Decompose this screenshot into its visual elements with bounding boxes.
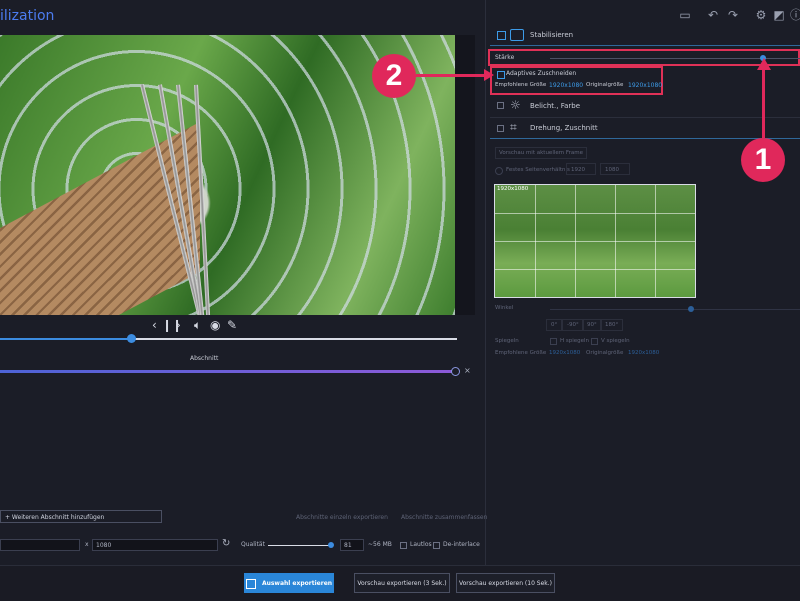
crop-preview-thumbnail[interactable]: 1920x1080	[494, 184, 696, 298]
recommended-size-label-2: Empfohlene Größe	[495, 350, 547, 356]
adaptive-crop-checkbox[interactable]	[497, 71, 505, 79]
section-bar[interactable]	[0, 370, 455, 373]
export-sections-separately-button[interactable]: Abschnitte einzeln exportieren	[296, 514, 388, 521]
original-size-label: Originalgröße	[586, 82, 624, 88]
next-frame-button[interactable]: ›	[176, 318, 181, 332]
angle-slider-track[interactable]	[550, 309, 800, 310]
wrench-icon[interactable]: ✎	[227, 318, 237, 332]
deinterlace-checkbox[interactable]	[433, 542, 440, 549]
mute-checkbox[interactable]	[400, 542, 407, 549]
export-preview-10s-button[interactable]: Vorschau exportieren (10 Sek.)	[456, 573, 555, 593]
original-size-label-2: Originalgröße	[586, 350, 624, 356]
seek-handle[interactable]	[127, 334, 136, 343]
theme-icon[interactable]: ◩	[772, 8, 786, 22]
fixed-ratio-label: Festes Seitenverhältnis	[506, 167, 570, 173]
angle-label: Winkel	[495, 305, 514, 311]
stabilize-underline	[490, 45, 800, 46]
size-separator: x	[85, 541, 89, 548]
divider	[490, 117, 800, 118]
ratio-width-input[interactable]: 1920	[566, 163, 596, 175]
grid-line	[495, 213, 695, 214]
annotation-arrow-1-head	[757, 58, 771, 70]
grid-line	[495, 269, 695, 270]
size-estimate: ~56 MB	[368, 541, 392, 548]
annotation-arrow-2-head	[484, 69, 494, 81]
strength-label: Stärke	[495, 54, 515, 61]
recommended-size-value[interactable]: 1920x1080	[549, 82, 583, 89]
export-icon	[245, 578, 256, 589]
undo-icon[interactable]: ↶	[706, 8, 720, 22]
h-mirror-label: H spiegeln	[560, 338, 590, 344]
v-mirror-label: V spiegeln	[601, 338, 630, 344]
stabilize-checkbox[interactable]	[497, 31, 506, 40]
recommended-size-value-2[interactable]: 1920x1080	[549, 350, 580, 356]
panel-divider	[485, 0, 486, 565]
add-section-button[interactable]: + Weiteren Abschnitt hinzufügen	[0, 510, 162, 523]
preview-frame-button[interactable]: Vorschau mit aktuellem Frame	[495, 147, 587, 159]
mute-label: Lautlos	[410, 541, 432, 548]
grid-line	[495, 241, 695, 242]
output-height-input[interactable]: 1080	[92, 539, 218, 551]
fixed-ratio-radio[interactable]	[495, 167, 503, 175]
export-preview-3s-button[interactable]: Vorschau exportieren (3 Sek.)	[354, 573, 450, 593]
redo-icon[interactable]: ↷	[726, 8, 740, 22]
angle-0-button[interactable]: 0°	[546, 319, 563, 331]
crop-icon: ⌗	[510, 120, 517, 134]
section-end-handle[interactable]	[451, 367, 460, 376]
remove-section-icon[interactable]: ×	[464, 366, 471, 375]
quality-slider-track[interactable]	[268, 545, 333, 546]
quality-label: Qualität	[241, 541, 265, 548]
video-gutter	[455, 35, 475, 315]
quality-slider-handle[interactable]	[328, 542, 334, 548]
sun-icon: ☼	[510, 98, 521, 112]
rotation-label: Drehung, Zuschnitt	[530, 124, 598, 132]
deinterlace-label: De-interlace	[443, 541, 480, 548]
mirror-label: Spiegeln	[495, 338, 519, 344]
thumbnail-size-overlay: 1920x1080	[497, 186, 529, 192]
annotation-arrow-1-shaft	[762, 68, 765, 138]
stabilize-label: Stabilisieren	[530, 31, 574, 39]
settings-icon[interactable]: ⚙	[754, 8, 768, 22]
annotation-arrow-2-shaft	[416, 74, 486, 77]
adaptive-crop-label: Adaptives Zuschneiden	[506, 70, 577, 77]
annotation-badge-1: 1	[741, 138, 785, 182]
exposure-label: Belicht., Farbe	[530, 102, 581, 110]
stabilize-icon	[510, 29, 524, 41]
folder-icon[interactable]: ▭	[678, 8, 692, 22]
section-label: Abschnitt	[190, 355, 219, 362]
info-icon[interactable]: ⓘ	[789, 8, 800, 22]
angle-90-button[interactable]: 90°	[582, 319, 602, 331]
seek-progress	[0, 338, 131, 340]
original-size-value-2[interactable]: 1920x1080	[628, 350, 659, 356]
export-selection-button[interactable]: Auswahl exportieren	[244, 573, 334, 593]
prev-frame-button[interactable]: ‹	[152, 318, 157, 332]
angle-slider-handle[interactable]	[688, 306, 694, 312]
v-mirror-checkbox[interactable]	[591, 338, 598, 345]
quality-input[interactable]: 81	[340, 539, 364, 551]
annotation-badge-2: 2	[372, 54, 416, 98]
reset-icon[interactable]: ↻	[222, 538, 230, 549]
angle-minus90-button[interactable]: -90°	[562, 319, 584, 331]
ratio-height-input[interactable]: 1080	[600, 163, 630, 175]
eye-icon[interactable]: ◉	[210, 318, 220, 332]
original-size-value[interactable]: 1920x1080	[628, 82, 662, 89]
output-width-input[interactable]	[0, 539, 80, 551]
rotation-checkbox[interactable]	[497, 125, 504, 132]
volume-icon[interactable]: 🔈︎	[194, 318, 201, 333]
h-mirror-checkbox[interactable]	[550, 338, 557, 345]
merge-sections-button[interactable]: Abschnitte zusammenfassen	[401, 514, 487, 521]
app-title: ilization	[0, 8, 55, 24]
recommended-size-label: Empfohlene Größe	[495, 82, 547, 88]
exposure-checkbox[interactable]	[497, 102, 504, 109]
angle-180-button[interactable]: 180°	[600, 319, 624, 331]
export-selection-label: Auswahl exportieren	[261, 580, 333, 587]
